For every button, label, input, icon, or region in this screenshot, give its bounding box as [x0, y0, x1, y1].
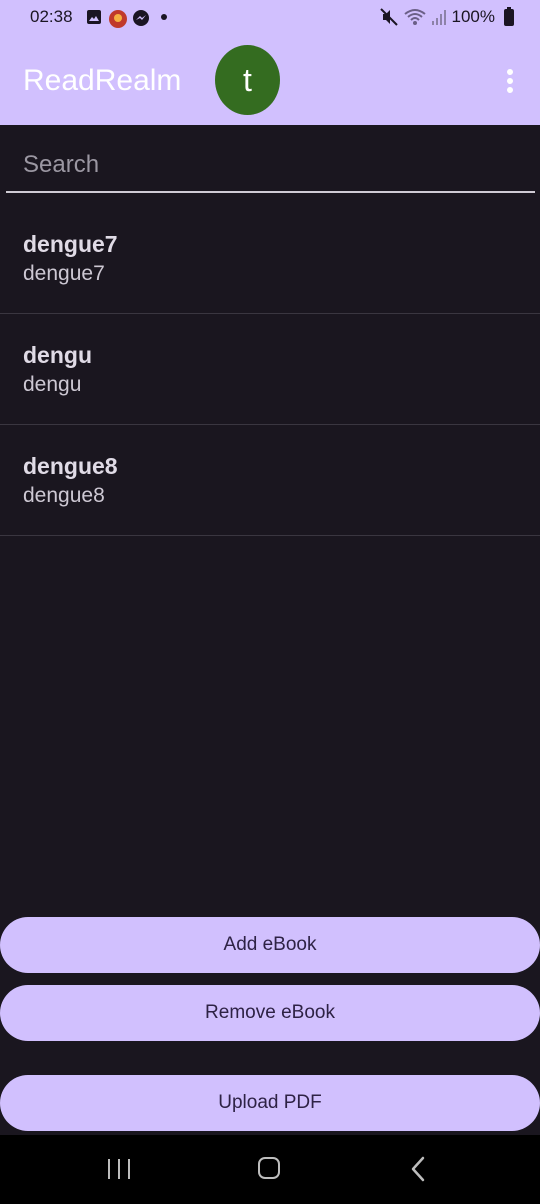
book-title: dengu: [23, 342, 92, 368]
gallery-icon: [87, 10, 101, 24]
system-nav-bar: [0, 1135, 540, 1204]
add-ebook-button[interactable]: Add eBook: [0, 917, 540, 973]
app-bar: ReadRealm t: [0, 36, 540, 125]
book-subtitle: dengue7: [23, 262, 105, 285]
status-right: 100%: [379, 6, 514, 27]
book-subtitle: dengu: [23, 373, 82, 396]
search-field: [6, 140, 535, 193]
list-item[interactable]: dengu dengu: [0, 314, 540, 425]
battery-icon: [504, 6, 514, 26]
home-icon[interactable]: [258, 1157, 280, 1179]
recents-bar: [128, 1159, 130, 1179]
avatar[interactable]: t: [215, 45, 280, 115]
menu-dot: [507, 87, 513, 93]
menu-dot: [507, 69, 513, 75]
game-app-icon: [109, 10, 127, 28]
status-time: 02:38: [30, 7, 73, 26]
book-list: dengue7 dengue7 dengu dengu dengue8 deng…: [0, 203, 540, 536]
remove-ebook-button[interactable]: Remove eBook: [0, 985, 540, 1041]
recents-icon[interactable]: [108, 1159, 130, 1179]
wifi-icon: [403, 9, 426, 25]
list-item[interactable]: dengue7 dengue7: [0, 203, 540, 314]
status-bar: 02:38 100%: [0, 0, 540, 36]
upload-pdf-button[interactable]: Upload PDF: [0, 1075, 540, 1131]
mute-icon: [379, 8, 398, 26]
battery-percent: 100%: [451, 7, 495, 26]
book-title: dengue8: [23, 453, 118, 479]
app-title: ReadRealm: [23, 64, 182, 97]
signal-icon: [431, 10, 446, 25]
back-icon[interactable]: [410, 1156, 426, 1182]
recents-bar: [118, 1159, 120, 1179]
overflow-menu-icon[interactable]: [500, 66, 520, 96]
book-title: dengue7: [23, 231, 118, 257]
book-subtitle: dengue8: [23, 484, 105, 507]
menu-dot: [507, 78, 513, 84]
recents-bar: [108, 1159, 110, 1179]
search-input[interactable]: [6, 140, 535, 190]
dot-icon: [161, 14, 167, 20]
messenger-icon: [133, 10, 149, 26]
list-item[interactable]: dengue8 dengue8: [0, 425, 540, 536]
